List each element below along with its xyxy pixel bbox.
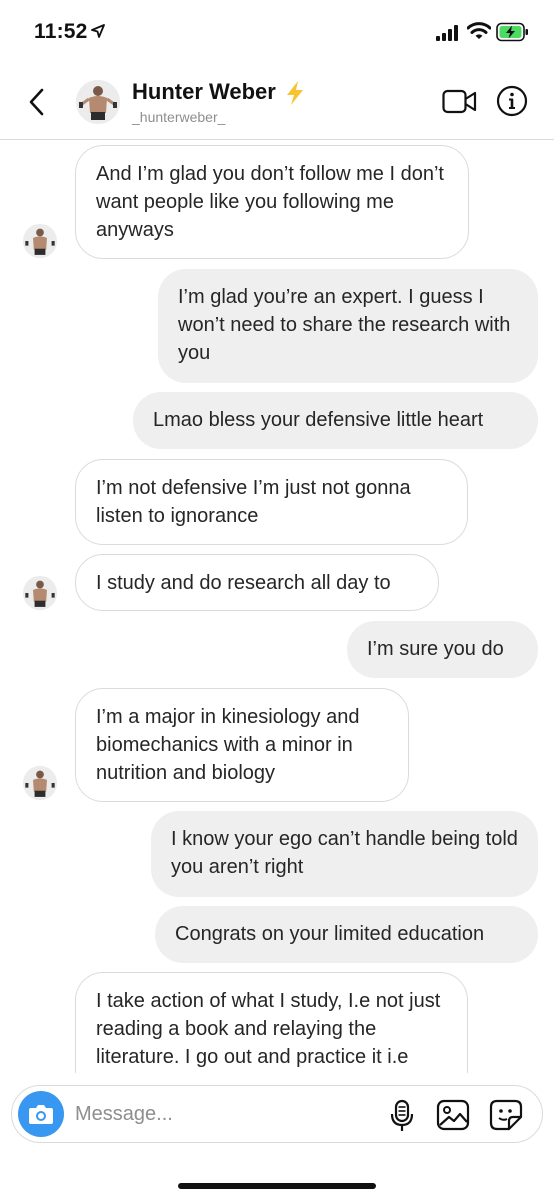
status-time: 11:52	[34, 20, 88, 43]
camera-button[interactable]	[18, 1091, 64, 1137]
wifi-icon	[467, 22, 491, 39]
contact-avatar-small[interactable]	[23, 576, 57, 610]
contact-username: _hunterweber_	[132, 109, 226, 125]
contact-name[interactable]: Hunter Weber	[132, 79, 276, 105]
message-bubble-sent[interactable]: Lmao bless your defensive little heart	[133, 392, 538, 449]
message-bubble-received[interactable]: I’m a major in kinesiology and biomechan…	[75, 688, 409, 802]
status-bar: 11:52	[0, 0, 554, 62]
message-composer	[11, 1085, 543, 1143]
chat-header: Hunter Weber _hunterweber_	[0, 62, 554, 140]
contact-avatar-small[interactable]	[23, 766, 57, 800]
message-bubble-sent[interactable]: Congrats on your limited education	[155, 906, 538, 963]
microphone-icon[interactable]	[389, 1099, 415, 1133]
message-bubble-received[interactable]: I study and do research all day to	[75, 554, 439, 611]
message-bubble-sent[interactable]: I know your ego can’t handle being told …	[151, 811, 538, 897]
message-input[interactable]	[75, 1095, 375, 1133]
message-bubble-received[interactable]: And I’m glad you don’t follow me I don’t…	[75, 145, 469, 259]
video-camera-icon[interactable]	[442, 89, 478, 115]
cellular-signal-icon	[436, 25, 458, 41]
bolt-icon	[287, 81, 303, 105]
info-icon[interactable]	[496, 85, 528, 117]
message-bubble-received[interactable]: I’m not defensive I’m just not gonna lis…	[75, 459, 468, 545]
sticker-icon[interactable]	[489, 1099, 523, 1131]
message-bubble-sent[interactable]: I’m glad you’re an expert. I guess I won…	[158, 269, 538, 383]
message-bubble-sent[interactable]: I’m sure you do	[347, 621, 538, 678]
back-chevron-icon[interactable]	[24, 86, 52, 118]
battery-charging-icon	[496, 22, 528, 42]
home-indicator[interactable]	[178, 1183, 376, 1189]
location-arrow-icon	[91, 24, 105, 38]
contact-avatar-small[interactable]	[23, 224, 57, 258]
camera-icon	[29, 1105, 53, 1124]
contact-avatar[interactable]	[76, 80, 120, 124]
gallery-icon[interactable]	[436, 1099, 470, 1131]
